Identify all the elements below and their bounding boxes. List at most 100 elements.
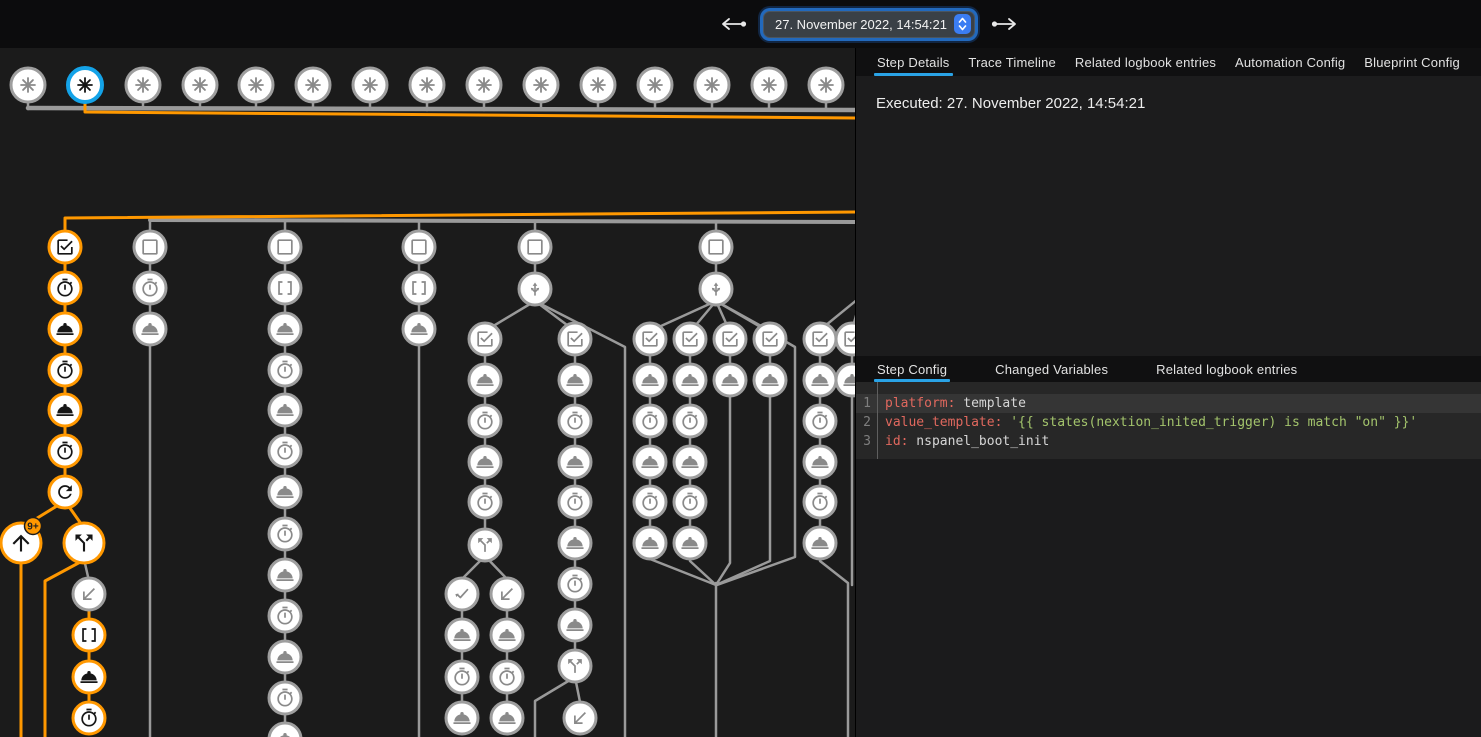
trace-node-condition-check[interactable] [754, 323, 786, 355]
trace-node-asterisk[interactable] [581, 68, 615, 102]
trace-node-code-brackets[interactable] [269, 272, 301, 304]
trace-node-service-bell[interactable] [269, 559, 301, 591]
trace-node-timer[interactable] [804, 405, 836, 437]
trace-node-timer[interactable] [49, 435, 81, 467]
trace-node-timer[interactable] [674, 405, 706, 437]
trace-node-timer[interactable] [634, 405, 666, 437]
trace-node-condition-check[interactable] [469, 323, 501, 355]
trace-node-service-bell[interactable] [134, 313, 166, 345]
trace-node-asterisk[interactable] [68, 68, 102, 102]
trace-node-service-bell[interactable] [674, 364, 706, 396]
trace-node-service-bell[interactable] [269, 313, 301, 345]
trace-node-timer[interactable] [49, 272, 81, 304]
trace-node-service-bell[interactable] [804, 364, 836, 396]
trace-node-call-split[interactable] [469, 529, 501, 561]
trace-node-service-bell[interactable] [714, 364, 746, 396]
tab-trace-timeline[interactable]: Trace Timeline [965, 48, 1059, 76]
trace-node-arrow-bottom-left[interactable] [491, 578, 523, 610]
trace-node-timer[interactable] [269, 682, 301, 714]
trace-node-service-bell[interactable] [446, 702, 478, 734]
trace-node-timer[interactable] [134, 272, 166, 304]
prev-trace-button[interactable] [716, 15, 750, 33]
trace-node-service-bell[interactable] [403, 313, 435, 345]
trace-node-service-bell[interactable] [836, 364, 855, 396]
trace-node-arrow-decision[interactable] [700, 273, 732, 305]
tab-changed-variables[interactable]: Changed Variables [992, 356, 1111, 382]
trace-node-condition-check[interactable] [714, 323, 746, 355]
trace-node-service-bell[interactable] [469, 446, 501, 478]
trace-node-call-split[interactable] [559, 650, 591, 682]
trace-node-timer[interactable] [269, 518, 301, 550]
trace-node-checkbox-blank[interactable] [519, 231, 551, 263]
trace-node-service-bell[interactable] [804, 446, 836, 478]
trace-node-asterisk[interactable] [467, 68, 501, 102]
trace-node-checkbox-blank[interactable] [403, 231, 435, 263]
tab-related-logbook-entries[interactable]: Related logbook entries [1153, 356, 1300, 382]
trace-node-asterisk[interactable] [752, 68, 786, 102]
trace-node-asterisk[interactable] [353, 68, 387, 102]
trace-node-service-bell[interactable] [269, 394, 301, 426]
trace-node-condition-check[interactable] [559, 323, 591, 355]
trace-node-condition-check[interactable] [634, 323, 666, 355]
trace-node-call-split[interactable] [64, 523, 104, 563]
trace-node-service-bell[interactable] [469, 364, 501, 396]
trace-node-timer[interactable] [269, 435, 301, 467]
trace-node-service-bell[interactable] [674, 446, 706, 478]
trace-node-timer[interactable] [559, 486, 591, 518]
trace-node-timer[interactable] [559, 405, 591, 437]
trace-node-timer[interactable] [674, 486, 706, 518]
trace-node-asterisk[interactable] [183, 68, 217, 102]
tab-step-config[interactable]: Step Config [874, 356, 950, 382]
trace-node-service-bell[interactable] [754, 364, 786, 396]
trace-node-timer[interactable] [559, 568, 591, 600]
trace-node-service-bell[interactable] [446, 619, 478, 651]
trace-node-service-bell[interactable] [559, 609, 591, 641]
trace-node-service-bell[interactable] [559, 446, 591, 478]
trace-node-timer[interactable] [73, 702, 105, 734]
trace-node-code-brackets[interactable] [73, 619, 105, 651]
trace-node-asterisk[interactable] [239, 68, 273, 102]
trace-run-select[interactable]: 27. November 2022, 14:54:21 [763, 11, 975, 38]
trace-node-checkbox-blank[interactable] [700, 231, 732, 263]
trace-node-repeat-refresh[interactable] [49, 476, 81, 508]
trace-node-service-bell[interactable] [804, 527, 836, 559]
trace-node-service-bell[interactable] [49, 394, 81, 426]
trace-node-asterisk[interactable] [410, 68, 444, 102]
trace-node-condition-check[interactable] [674, 323, 706, 355]
trace-node-service-bell[interactable] [634, 446, 666, 478]
trace-node-asterisk[interactable] [126, 68, 160, 102]
tab-blueprint-config[interactable]: Blueprint Config [1361, 48, 1463, 76]
trace-node-service-bell[interactable] [49, 313, 81, 345]
trace-node-asterisk[interactable] [11, 68, 45, 102]
trace-node-service-bell[interactable] [559, 364, 591, 396]
trace-node-service-bell[interactable] [674, 527, 706, 559]
trace-node-service-bell[interactable] [491, 619, 523, 651]
trace-node-service-bell[interactable] [634, 364, 666, 396]
trace-node-condition-check[interactable] [836, 323, 855, 355]
trace-node-service-bell[interactable] [559, 527, 591, 559]
trace-node-service-bell[interactable] [269, 641, 301, 673]
trace-node-checkbox-blank[interactable] [134, 231, 166, 263]
trace-node-asterisk[interactable] [524, 68, 558, 102]
tab-related-logbook-entries[interactable]: Related logbook entries [1072, 48, 1219, 76]
trace-node-timer[interactable] [491, 661, 523, 693]
trace-node-condition-check[interactable] [804, 323, 836, 355]
step-config-code-editor[interactable]: 1platform: template2value_template: '{{ … [856, 382, 1481, 459]
trace-node-asterisk[interactable] [695, 68, 729, 102]
trace-node-arrow-bottom-left[interactable] [73, 578, 105, 610]
trace-node-arrow-decision[interactable] [519, 273, 551, 305]
trace-node-service-bell[interactable] [491, 702, 523, 734]
trace-node-condition-check[interactable] [49, 231, 81, 263]
trace-node-check-arrow[interactable] [446, 578, 478, 610]
trace-node-service-bell[interactable] [269, 476, 301, 508]
trace-node-timer[interactable] [49, 354, 81, 386]
trace-node-timer[interactable] [634, 486, 666, 518]
tab-automation-config[interactable]: Automation Config [1232, 48, 1348, 76]
trace-node-timer[interactable] [469, 405, 501, 437]
trace-node-asterisk[interactable] [638, 68, 672, 102]
trace-node-arrow-bottom-left[interactable] [564, 702, 596, 734]
trace-node-timer[interactable] [446, 661, 478, 693]
next-trace-button[interactable] [988, 15, 1022, 33]
tab-step-details[interactable]: Step Details [874, 48, 953, 76]
trace-node-service-bell[interactable] [73, 661, 105, 693]
